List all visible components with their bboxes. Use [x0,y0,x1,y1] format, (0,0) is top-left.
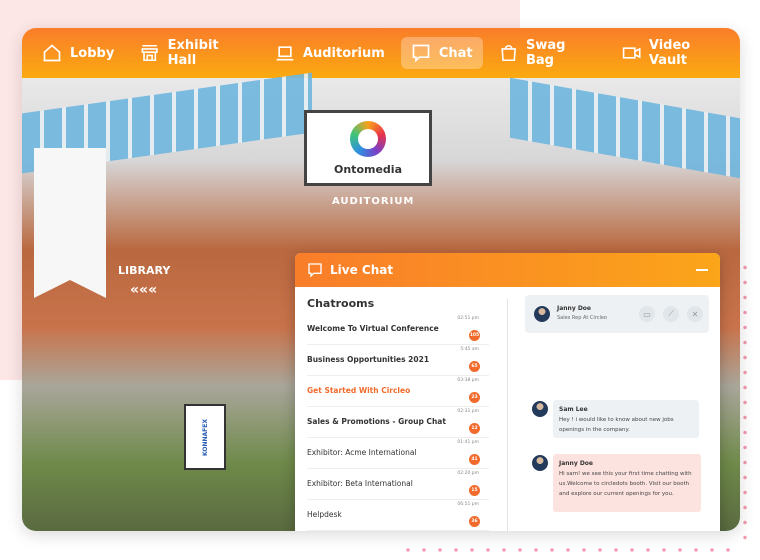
chatroom-name: Exhibitor: Acme International [307,448,417,457]
video-icon: ▭ [643,309,651,319]
nav-lobby[interactable]: Lobby [32,37,124,69]
chatroom-time: 02:31 pm [457,409,479,414]
virtual-lobby-scene: LIBRARY ««« Ontomedia AUDITORIUM KONNAFE… [22,72,740,531]
message-bubble: Sam Lee Hey ! i would like to know about… [553,400,699,438]
avatar [532,401,548,417]
chatroom-time: 06:51 pm [457,502,479,507]
unread-badge: 12 [469,423,480,434]
minimize-button[interactable] [696,269,708,271]
nav-label: Chat [438,45,473,61]
decorative-dots [740,260,750,540]
top-nav: Lobby Exhibit Hall Auditorium Chat Swag … [22,28,740,78]
video-icon [622,47,641,59]
chatrooms-heading: Chatrooms [307,297,375,310]
nav-chat[interactable]: Chat [400,37,483,69]
chevrons-left-icon: ««« [130,282,158,298]
close-button[interactable]: ✕ [687,306,703,322]
contact-card: Janny Doe Sales Rep At Circleo ▭ ⟋ ✕ [525,295,709,333]
nav-swag-bag[interactable]: Swag Bag [489,32,606,74]
chat-title: Live Chat [330,263,394,277]
kiosk-display[interactable]: KONNAFEX [184,404,226,470]
message-text: Hi sam! we see this your first time chat… [559,471,692,497]
chat-header: Live Chat [295,253,720,287]
chatroom-time: 02:20 pm [457,471,479,476]
chatroom-name: Exhibitor: Beta International [307,479,413,488]
kiosk-text: KONNAFEX [201,418,209,456]
library-sign[interactable]: LIBRARY [118,264,170,277]
chatroom-time: 5:45 am [460,347,479,352]
laptop-icon [276,46,294,61]
bag-icon [500,45,516,62]
hanging-banner [34,148,106,298]
nav-label: Lobby [70,45,115,61]
unread-badge: 65 [469,361,480,372]
chatroom-name: Get Started With Circleo [307,386,411,395]
chatroom-item[interactable]: Exhibitor: Beta International 02:20 pm 1… [307,469,489,500]
chatroom-time: 01:41 pm [457,440,479,445]
nav-label: Video Vault [648,38,691,68]
chatroom-item[interactable]: Business Opportunities 2021 5:45 am 65 [307,345,489,376]
chatroom-name: Sales & Promotions - Group Chat [307,417,446,426]
chatroom-item[interactable]: Exhibitor: Acme International 01:41 pm 4… [307,438,489,469]
auditorium-sign[interactable]: AUDITORIUM [332,196,414,207]
avatar [534,306,550,322]
sign-text: Ontomedia [334,162,402,176]
nav-label: Exhibit Hall [167,38,219,68]
message-author: Janny Doe [559,460,593,467]
chat-icon [308,263,322,278]
chatroom-time: 02:51 pm [457,316,479,321]
nav-label: Swag Bag [525,38,566,68]
chatrooms-list: Chatrooms Welcome To Virtual Conference … [307,287,489,531]
chatroom-item[interactable]: Welcome To Virtual Conference 02:51 pm 1… [307,314,489,345]
video-call-button[interactable]: ▭ [639,306,655,322]
avatar [532,455,548,471]
chatroom-name: Business Opportunities 2021 [307,355,430,364]
chatroom-name: Helpdesk [307,510,342,519]
ontomedia-logo [350,120,386,157]
divider [507,299,508,531]
unread-badge: 15 [469,485,480,496]
storefront-icon [141,44,159,62]
pin-button[interactable]: ⟋ [663,306,679,322]
message-author: Sam Lee [559,406,588,413]
close-icon: ✕ [691,309,699,319]
message-text: Hey ! i would like to know about new job… [559,417,674,433]
chatroom-item[interactable]: Sales & Promotions - Group Chat 02:31 pm… [307,407,489,438]
home-icon [43,44,61,62]
chat-icon [412,44,430,63]
unread-badge: 36 [469,516,480,527]
nav-video-vault[interactable]: Video Vault [612,32,740,74]
unread-badge: 23 [469,392,480,403]
chatroom-name: Welcome To Virtual Conference [307,324,439,333]
sponsor-sign[interactable]: Ontomedia [304,110,432,186]
chatroom-time: 03:38 pm [457,378,479,383]
contact-role: Sales Rep At Circleo [557,315,607,321]
unread-badge: 105 [469,330,480,341]
nav-label: Auditorium [302,45,385,61]
message-bubble: Janny Doe Hi sam! we see this your first… [553,454,701,512]
skylight [510,77,740,179]
contact-name: Janny Doe [557,305,591,312]
live-chat-panel: Live Chat Chatrooms Welcome To Virtual C… [295,253,720,531]
pin-icon: ⟋ [668,309,674,318]
nav-exhibit-hall[interactable]: Exhibit Hall [130,32,259,74]
unread-badge: 41 [469,454,480,465]
decorative-dots-bottom [400,546,740,554]
chatroom-item[interactable]: Helpdesk 06:51 pm 36 [307,500,489,531]
app-window: Lobby Exhibit Hall Auditorium Chat Swag … [22,28,740,531]
chatroom-item[interactable]: Get Started With Circleo 03:38 pm 23 [307,376,489,407]
nav-auditorium[interactable]: Auditorium [265,37,395,69]
